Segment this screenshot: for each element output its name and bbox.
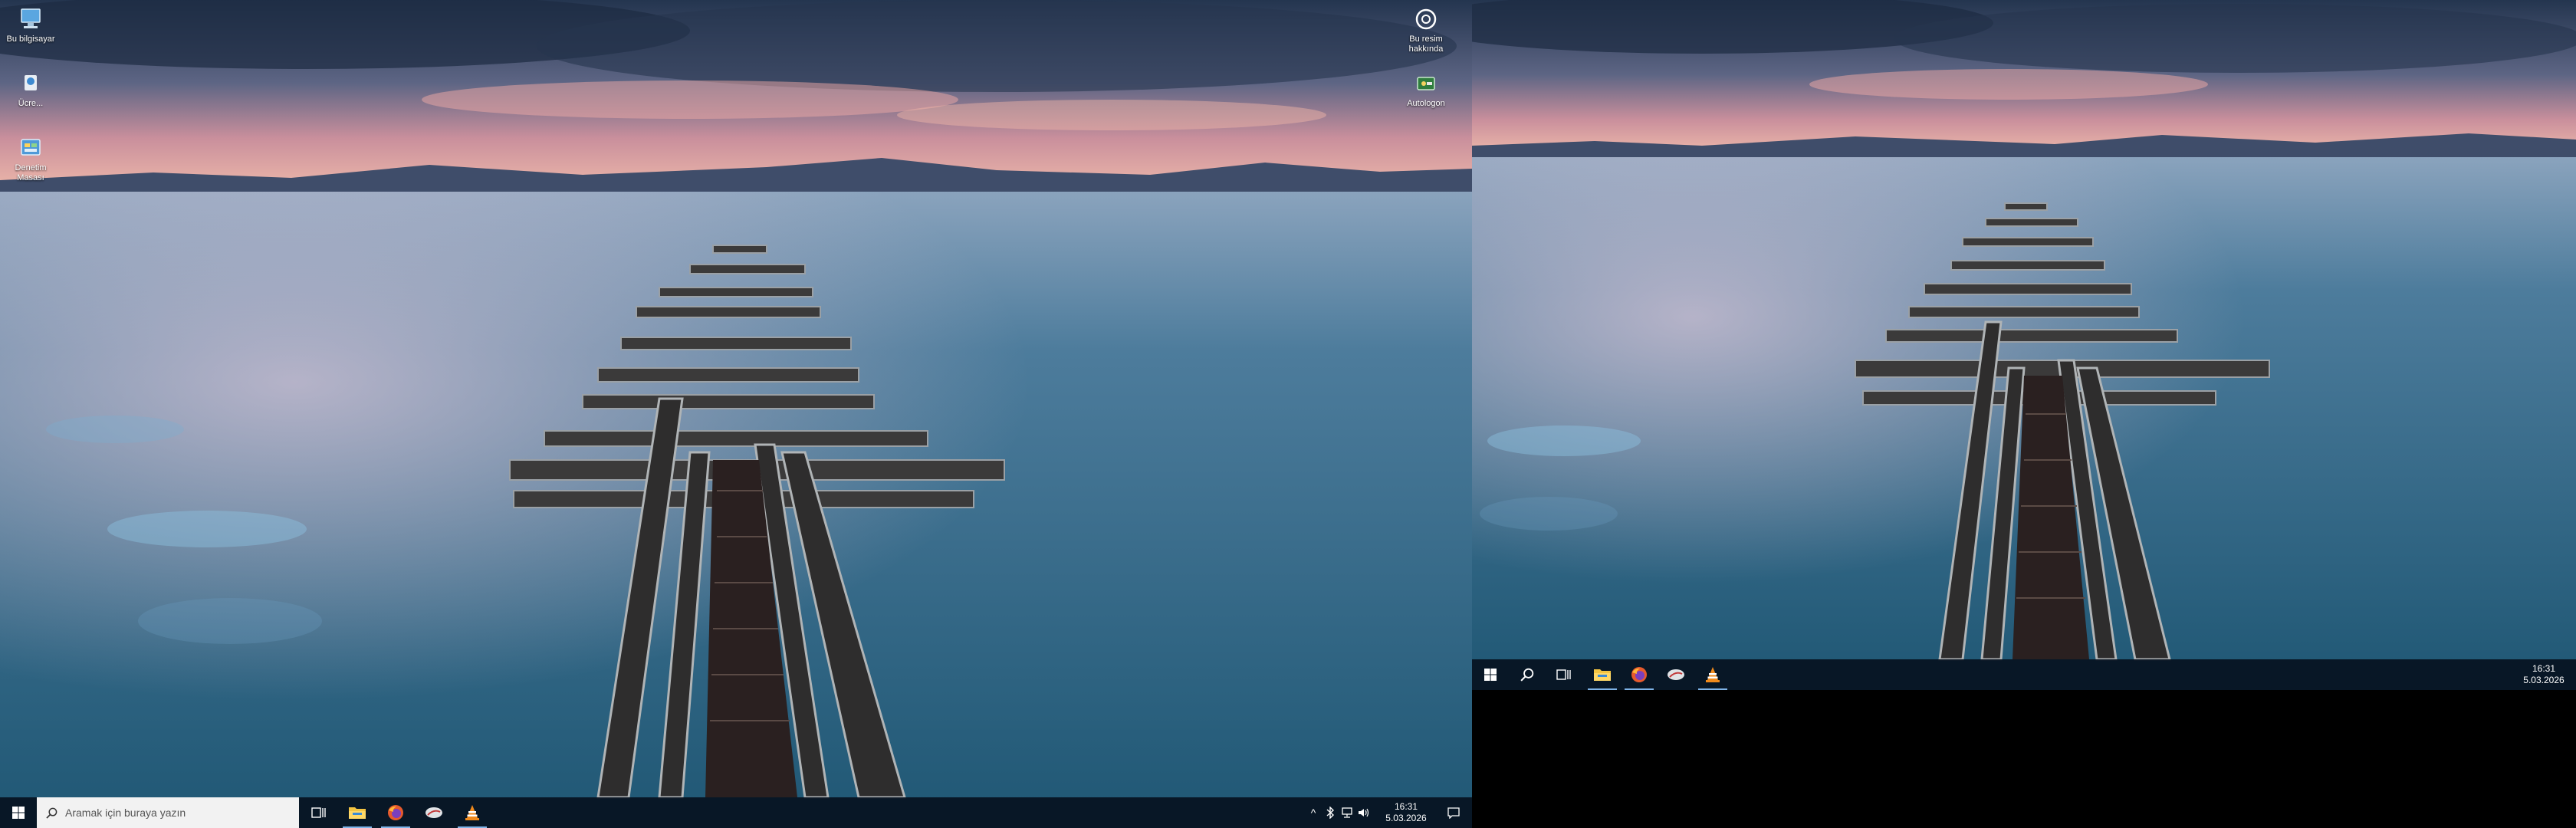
start-button[interactable] [0,797,37,828]
control-panel-label: Denetim Masası [15,163,47,182]
this-pc-label: Bu bilgisayar [6,34,55,44]
task-view-button-right[interactable] [1546,659,1582,690]
task-view-icon [311,807,326,818]
volume-icon [1359,808,1369,817]
taskbar-vlc[interactable] [454,797,491,828]
vlc-icon [1706,667,1720,682]
task-view-icon [1556,669,1571,680]
autologon-icon [1417,77,1435,90]
system-tray: ^ [1305,797,1372,828]
notification-icon [1447,807,1460,819]
taskbar-firefox[interactable] [377,797,414,828]
camera-icon [1415,8,1437,30]
control-panel-desktop-icon[interactable]: Denetim Masası [2,135,60,183]
autologon-desktop-icon[interactable]: Autologon [1397,71,1455,109]
network-tray-button[interactable] [1339,797,1355,828]
control-panel-icon [21,139,41,156]
taskbar-file-explorer-right[interactable] [1584,659,1621,690]
start-button-right[interactable] [1472,659,1509,690]
chevron-up-icon: ^ [1310,807,1316,819]
windows-logo-icon [12,807,25,819]
network-icon [1342,807,1352,818]
taskbar-search-box[interactable]: Aramak için buraya yazın [37,797,299,828]
clock-date-right: 5.03.2026 [2523,675,2564,685]
taskbar-clock-right[interactable]: 16:31 5.03.2026 [2515,659,2573,690]
folder-icon [349,807,366,819]
monitor-left: Bu bilgisayar Ücre... Denetim Masası Bu … [0,0,1472,828]
monitor-right: 16:31 5.03.2026 [1472,0,2576,690]
windows-logo-icon [1484,669,1497,681]
search-icon [46,807,58,819]
firefox-icon [388,805,403,820]
unused-display-area [1472,690,2576,828]
search-placeholder: Aramak için buraya yazın [65,807,186,819]
clock-time: 16:31 [1394,801,1418,812]
taskbar-app[interactable] [416,797,452,828]
partial-desktop-icon[interactable]: Ücre... [2,71,60,109]
taskbar-clock[interactable]: 16:31 5.03.2026 [1375,797,1437,828]
computer-icon [21,8,41,28]
task-view-button[interactable] [301,797,337,828]
folder-icon [1594,669,1611,681]
taskbar-file-explorer[interactable] [339,797,376,828]
clock-date: 5.03.2026 [1385,813,1427,823]
vlc-icon [465,805,479,820]
this-pc-desktop-icon[interactable]: Bu bilgisayar [2,6,60,44]
about-picture-desktop-icon[interactable]: Bu resim hakkında [1397,6,1455,54]
bluetooth-tray-button[interactable] [1322,797,1339,828]
search-icon [1520,668,1534,682]
eraser-icon [426,807,442,818]
taskbar-left: Aramak için buraya yazın ^ 16:31 5.03.20… [0,797,1472,828]
volume-tray-button[interactable] [1355,797,1372,828]
firefox-icon [1631,667,1647,682]
taskbar-vlc-right[interactable] [1694,659,1731,690]
taskbar-app-right[interactable] [1658,659,1694,690]
eraser-icon [1668,669,1684,680]
notification-center-button[interactable] [1435,797,1472,828]
autologon-label: Autologon [1407,99,1445,108]
taskbar-right: 16:31 5.03.2026 [1472,659,2576,690]
desktop-wallpaper [0,0,1472,828]
search-button-right[interactable] [1509,659,1546,690]
show-hidden-icons-button[interactable]: ^ [1305,797,1322,828]
bluetooth-icon [1326,807,1335,819]
clock-time-right: 16:31 [2532,663,2556,674]
partial-icon-label: Ücre... [18,99,44,108]
about-picture-label: Bu resim hakkında [1408,34,1444,54]
app-icon [25,75,37,90]
taskbar-firefox-right[interactable] [1621,659,1658,690]
desktop-wallpaper-right [1472,0,2576,690]
